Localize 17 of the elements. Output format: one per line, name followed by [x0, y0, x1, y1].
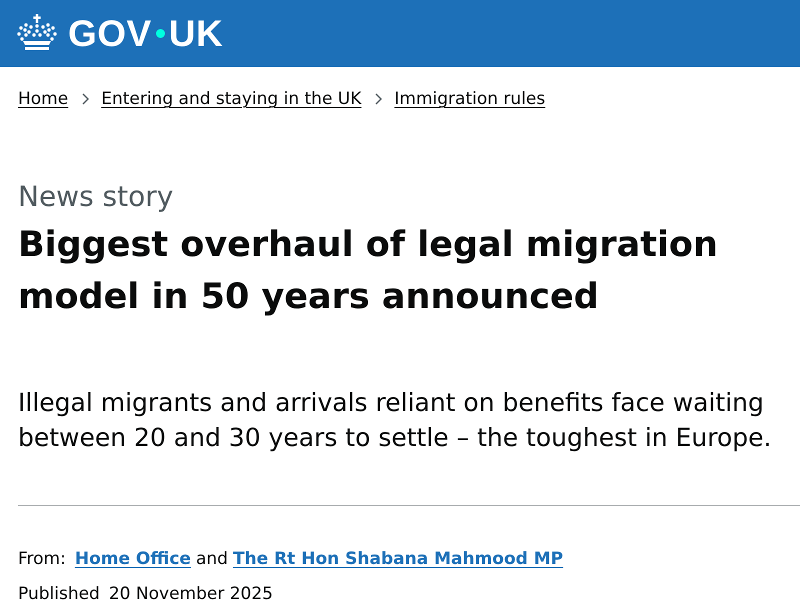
- breadcrumb-link[interactable]: Entering and staying in the UK: [101, 87, 362, 111]
- published-date: 20 November 2025: [108, 583, 273, 606]
- organisation-link[interactable]: The Rt Hon Shabana Mahmood MP: [232, 544, 564, 574]
- published-label: Published: [18, 583, 100, 606]
- joiner-text: and: [196, 548, 228, 571]
- breadcrumb-link[interactable]: Immigration rules: [394, 87, 546, 111]
- from-label: From:: [18, 548, 66, 571]
- organisation-link[interactable]: Home Office: [74, 544, 191, 574]
- breadcrumb-link[interactable]: Home: [18, 87, 68, 111]
- crown-icon: [17, 14, 57, 50]
- logo-dot-icon: [156, 29, 165, 38]
- chevron-icon: [82, 93, 90, 105]
- page-caption: News story: [18, 179, 174, 215]
- page-title: Biggest overhaul of legal migration model in 50 years announced: [18, 224, 719, 319]
- chevron-icon: [375, 93, 382, 105]
- govuk-logo-link[interactable]: GOV UK: [17, 15, 224, 52]
- lead-paragraph: Illegal migrants and arrivals reliant on benefits face waiting between 20 and 30 years to settle – the toughest in Europe.: [18, 387, 772, 454]
